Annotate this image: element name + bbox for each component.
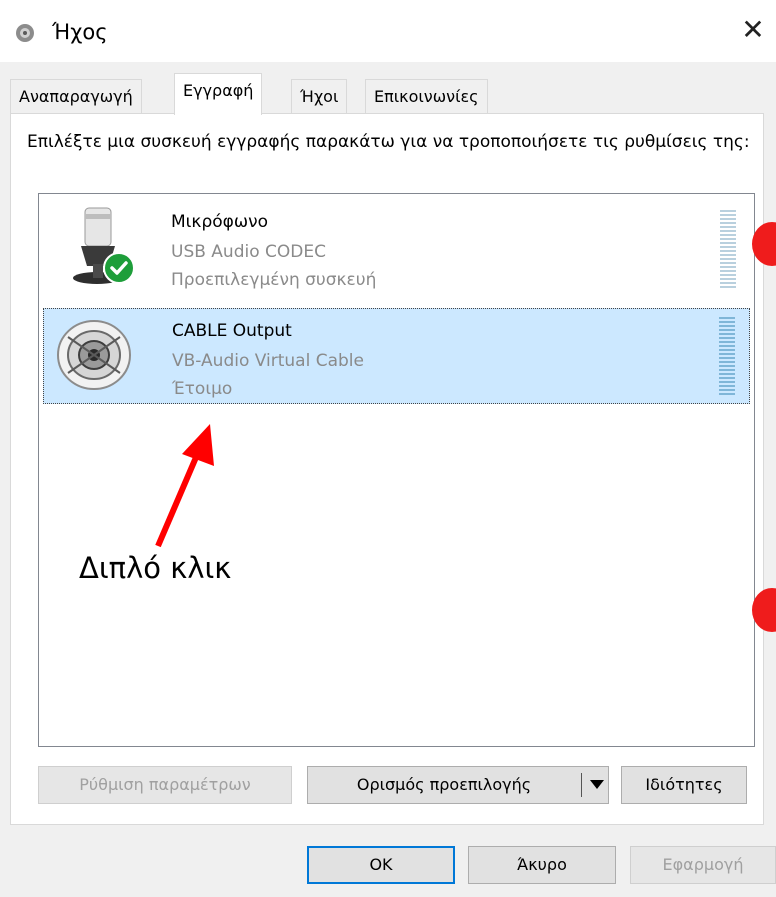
annotation-arrow	[155, 424, 214, 548]
device-item-cable-output[interactable]: CABLE Output VB-Audio Virtual Cable Έτοι…	[43, 308, 750, 404]
tab-recording[interactable]: Εγγραφή	[174, 73, 263, 115]
ok-button[interactable]: OK	[307, 846, 455, 884]
window-title: Ήχος	[52, 20, 108, 44]
properties-button[interactable]: Ιδιότητες	[621, 766, 747, 804]
cancel-button[interactable]: Άκυρο	[468, 846, 616, 884]
close-button[interactable]: ✕	[730, 10, 776, 50]
device-status: Προεπιλεγμένη συσκευή	[171, 270, 377, 290]
device-driver: USB Audio CODEC	[171, 242, 326, 262]
speaker-icon	[16, 24, 34, 42]
split-separator	[581, 773, 582, 797]
set-default-label: Ορισμός προεπιλογής	[356, 775, 532, 794]
tab-playback[interactable]: Αναπαραγωγή	[10, 79, 142, 113]
tab-sounds[interactable]: Ήχοι	[291, 79, 348, 113]
tab-communications[interactable]: Επικοινωνίες	[365, 79, 488, 113]
level-meter	[720, 210, 736, 290]
apply-button[interactable]: Εφαρμογή	[630, 846, 776, 884]
instructions-text: Επιλέξτε μια συσκευή εγγραφής παρακάτω γ…	[27, 132, 750, 152]
default-check-icon	[103, 252, 135, 284]
dropdown-arrow-icon[interactable]	[590, 780, 604, 789]
cable-icon	[57, 320, 131, 390]
device-name: Μικρόφωνο	[171, 212, 268, 232]
title-bar: Ήχος ✕	[0, 0, 776, 62]
device-driver: VB-Audio Virtual Cable	[172, 351, 364, 371]
level-meter	[719, 317, 735, 397]
configure-button[interactable]: Ρύθμιση παραμέτρων	[38, 766, 292, 804]
device-item-microphone[interactable]: Μικρόφωνο USB Audio CODEC Προεπιλεγμένη …	[43, 198, 750, 294]
device-status: Έτοιμο	[172, 379, 233, 399]
device-name: CABLE Output	[172, 321, 292, 341]
double-click-annotation: Διπλό κλικ	[79, 551, 232, 585]
set-default-button[interactable]: Ορισμός προεπιλογής	[307, 766, 609, 804]
